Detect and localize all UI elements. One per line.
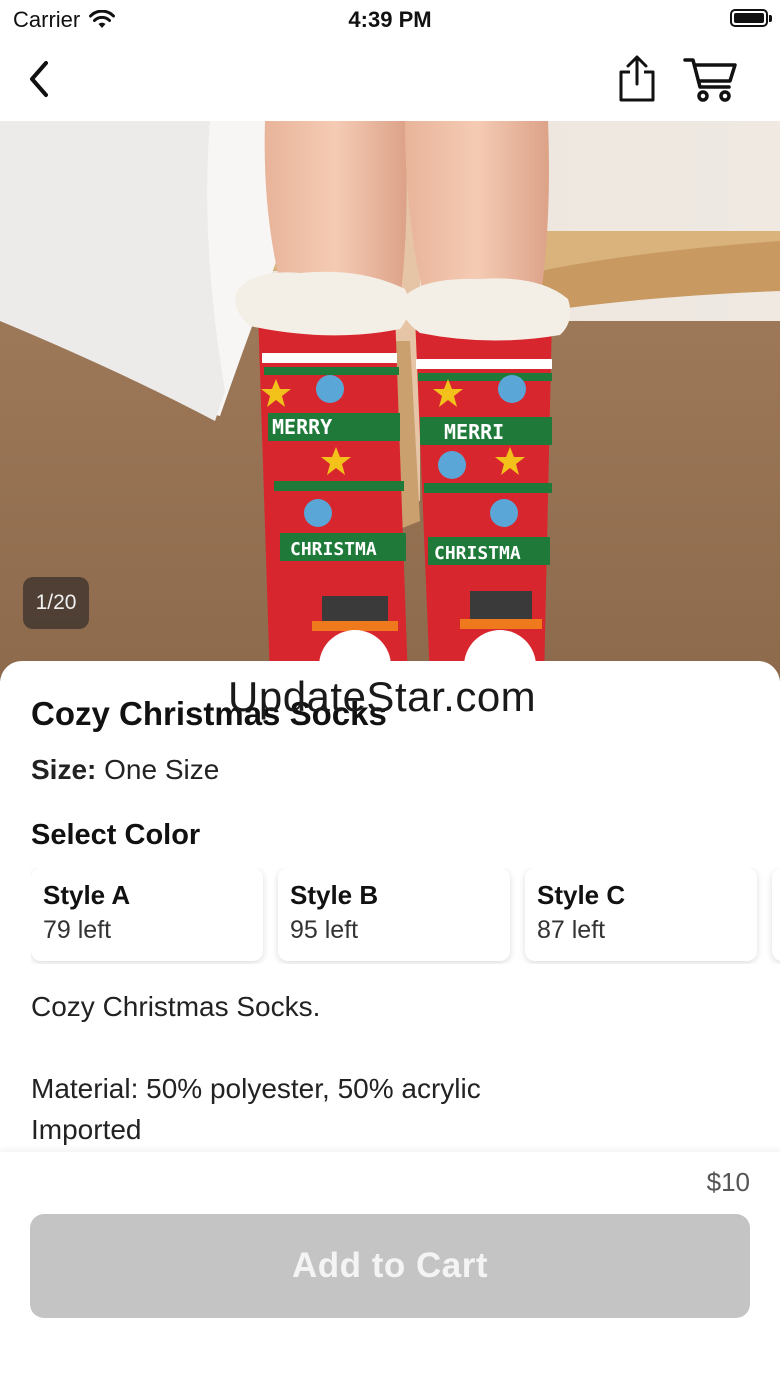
color-option-name: Style A xyxy=(43,880,131,910)
battery-icon xyxy=(730,9,772,27)
cart-icon xyxy=(683,58,737,102)
size-label: Size: xyxy=(31,754,97,785)
color-option-stock: 79 left xyxy=(43,916,112,944)
color-option-partial[interactable] xyxy=(772,868,780,961)
purchase-bar: $10 Add to Cart xyxy=(0,1152,780,1387)
color-option-stock: 87 left xyxy=(537,916,606,944)
chevron-left-icon xyxy=(30,61,48,97)
product-image-gallery[interactable]: MERRY CHRISTMA MERRI CHRISTMA xyxy=(0,121,780,681)
color-option-style-a[interactable]: Style A 79 left xyxy=(31,868,263,961)
cart-button[interactable] xyxy=(680,52,742,106)
share-button[interactable] xyxy=(610,52,664,106)
color-options[interactable]: Style A 79 left Style B 95 left Style C … xyxy=(31,868,780,964)
svg-text:CHRISTMA: CHRISTMA xyxy=(434,543,521,564)
status-bar: Carrier 4:39 PM xyxy=(0,0,780,40)
color-option-name: Style C xyxy=(537,880,626,910)
size-value: One Size xyxy=(104,754,220,785)
svg-text:CHRISTMA: CHRISTMA xyxy=(290,539,377,560)
image-page-counter: 1/20 xyxy=(23,577,89,629)
description-line: Material: 50% polyester, 50% acrylic xyxy=(31,1073,481,1104)
svg-text:MERRY: MERRY xyxy=(272,415,332,439)
color-option-style-b[interactable]: Style B 95 left xyxy=(278,868,510,961)
color-option-style-c[interactable]: Style C 87 left xyxy=(525,868,757,961)
product-description: Cozy Christmas Socks. Material: 50% poly… xyxy=(31,986,481,1150)
svg-text:MERRI: MERRI xyxy=(444,420,504,444)
select-color-heading: Select Color xyxy=(31,819,201,851)
description-line: Imported xyxy=(31,1114,142,1145)
description-line: Cozy Christmas Socks. xyxy=(31,991,321,1022)
watermark: UpdateStar.com xyxy=(228,673,537,720)
nav-bar xyxy=(0,40,780,122)
clock: 4:39 PM xyxy=(348,7,432,32)
add-to-cart-button[interactable]: Add to Cart xyxy=(30,1214,750,1318)
color-option-name: Style B xyxy=(290,880,379,910)
size-row: Size: One Size xyxy=(31,754,219,786)
back-button[interactable] xyxy=(14,54,64,104)
price-label: $10 xyxy=(706,1167,750,1197)
share-icon xyxy=(619,55,655,102)
color-option-stock: 95 left xyxy=(290,916,359,944)
product-photo: MERRY CHRISTMA MERRI CHRISTMA xyxy=(0,121,780,681)
